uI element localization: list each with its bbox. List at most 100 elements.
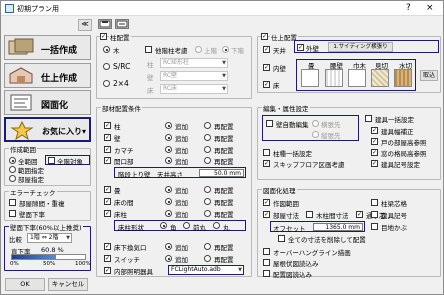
retake-button[interactable]: 取込 <box>420 70 438 81</box>
parts-row-check[interactable]: ✓ <box>104 122 111 129</box>
parts-row-check[interactable]: ✓ <box>104 134 111 141</box>
pillar-beam-check[interactable] <box>371 199 378 206</box>
help-button[interactable]: ? <box>406 2 411 14</box>
parts-redo-radio[interactable] <box>204 243 211 250</box>
fittings-bulk-check[interactable] <box>365 115 372 122</box>
parts-redo-radio[interactable] <box>204 146 211 153</box>
layout-plan-check[interactable] <box>263 270 270 277</box>
parts-row-check[interactable]: ✓ <box>104 157 111 164</box>
range-room-radio[interactable] <box>9 175 16 182</box>
2x4-radio[interactable] <box>103 80 110 87</box>
parts-add-radio[interactable] <box>165 210 172 217</box>
all-floors-target[interactable]: 全階対象 <box>45 155 90 166</box>
save-settings-button[interactable] <box>98 19 112 29</box>
fitting-code-check[interactable] <box>371 211 378 218</box>
window-height-check[interactable]: ✓ <box>371 149 378 156</box>
ceiling-check[interactable]: ✓ <box>263 46 270 53</box>
finish-placement-check[interactable]: ✓ <box>261 33 268 40</box>
bulk-create-button[interactable]: 一括作成 <box>4 35 91 60</box>
draw-range-check[interactable]: ✓ <box>263 199 270 206</box>
floor-check[interactable]: ✓ <box>263 81 270 88</box>
skip-floor-check[interactable]: ✓ <box>263 160 270 167</box>
shape-front-radio[interactable] <box>183 222 190 229</box>
src-radio[interactable] <box>103 63 110 70</box>
other-floor-check[interactable] <box>145 46 152 53</box>
room-dims-check[interactable]: ✓ <box>263 211 270 218</box>
close-button[interactable]: × <box>426 2 434 14</box>
overhang-check[interactable] <box>263 248 270 255</box>
parts-add-radio[interactable] <box>165 157 172 164</box>
parts-redo-radio[interactable] <box>204 210 211 217</box>
parts-redo-radio[interactable] <box>204 198 211 205</box>
lower-floor-radio[interactable] <box>222 46 229 53</box>
cancel-button[interactable]: キャンセル <box>48 278 88 291</box>
parts-add-radio[interactable] <box>165 134 172 141</box>
reset-area-check[interactable] <box>263 149 270 156</box>
parts-row-check[interactable]: ✓ <box>104 186 111 193</box>
shape-square-radio[interactable] <box>160 222 167 229</box>
favorites-button[interactable]: お気に入り▾ <box>4 117 91 142</box>
parts-row-check[interactable]: ✓ <box>104 210 111 217</box>
wall-ratio-check[interactable] <box>9 210 16 217</box>
parts-add-radio[interactable] <box>165 255 172 262</box>
parts-row-check[interactable]: ✓ <box>104 198 111 205</box>
parts-row-check[interactable]: ✓ <box>104 146 111 153</box>
floor-type-select[interactable]: RC床 ▼ <box>160 84 228 94</box>
pillar-placement-check[interactable]: ✓ <box>100 33 107 40</box>
shape-round-radio[interactable] <box>213 222 220 229</box>
offset-input[interactable]: 1365.0 mm <box>313 223 363 231</box>
parts-add-radio[interactable] <box>165 243 172 250</box>
horiz-radio[interactable] <box>312 120 319 127</box>
wall-height-input[interactable]: 50.0 mm <box>199 169 244 177</box>
siding-button[interactable]: 1.サイディング横張り <box>328 42 393 52</box>
parts-row-label: 畳 <box>114 187 121 195</box>
parts-redo-radio[interactable] <box>204 255 211 262</box>
parts-redo-radio[interactable] <box>204 134 211 141</box>
all-floors-check[interactable] <box>48 157 55 164</box>
parts-add-radio[interactable] <box>165 122 172 129</box>
lighting-select[interactable]: FCLightAuto.adb ▼ <box>168 265 244 275</box>
parts-row-check[interactable]: ✓ <box>104 243 111 250</box>
range-all-radio[interactable] <box>9 157 16 164</box>
seam-swatch[interactable] <box>325 69 343 87</box>
outer-wall-check[interactable]: ✓ <box>297 44 304 51</box>
draw-button[interactable]: 図面化 <box>4 90 91 115</box>
fit-width-check[interactable]: ✓ <box>371 127 378 134</box>
room-gap-check[interactable] <box>9 199 16 206</box>
wall-height-row: 階段上り壁 天井高さ 50.0 mm <box>114 167 246 179</box>
fitting-symbol-check[interactable]: ✓ <box>371 160 378 167</box>
collapse-button[interactable]: ≪ <box>78 19 92 31</box>
vert-radio[interactable] <box>312 131 319 138</box>
wood-swatch[interactable] <box>394 69 412 87</box>
parts-redo-radio[interactable] <box>204 186 211 193</box>
width-swatch[interactable] <box>348 69 366 87</box>
pillar-type-select[interactable]: RC矩形柱 ▼ <box>160 58 228 68</box>
roof-plan-check[interactable] <box>263 259 270 266</box>
upper-floor-radio[interactable] <box>195 46 202 53</box>
parts-add-radio[interactable] <box>165 198 172 205</box>
parts-add-radio[interactable] <box>165 186 172 193</box>
auto-edit-check[interactable] <box>266 120 273 127</box>
range-select-radio[interactable] <box>9 166 16 173</box>
parts-redo-radio[interactable] <box>204 122 211 129</box>
parts-row-check[interactable]: ✓ <box>104 255 111 262</box>
dado-swatch[interactable] <box>371 69 389 87</box>
delete-all-dims-check[interactable] <box>278 235 285 242</box>
tatami-swatch[interactable] <box>301 69 319 87</box>
ratio-gauge <box>11 254 86 260</box>
load-settings-button[interactable] <box>115 19 129 29</box>
finish-create-button[interactable]: 仕上作成 <box>4 63 91 88</box>
wood-radio[interactable] <box>103 46 110 53</box>
wall-type-select[interactable]: RC壁 ▼ <box>160 71 228 81</box>
ratio-select[interactable]: 1階 ⇔ 2階 ▼ <box>27 233 72 243</box>
wood-pillar-dims-check[interactable] <box>306 211 313 218</box>
parts-redo-radio[interactable] <box>204 157 211 164</box>
parts-add-radio[interactable] <box>165 146 172 153</box>
axis-check[interactable]: ✓ <box>356 211 363 218</box>
drawing-group: 図面化処理 ✓ 作図範囲 ✓ 部屋寸法 木柱間寸法 ✓ 通り芯 オフセット 13… <box>257 185 441 279</box>
joint-check[interactable] <box>371 223 378 230</box>
ok-button[interactable]: OK <box>5 278 45 291</box>
parts-row-check[interactable]: ✓ <box>104 267 111 274</box>
door-height-check[interactable]: ✓ <box>371 138 378 145</box>
inner-wall-check[interactable]: ✓ <box>263 64 270 71</box>
